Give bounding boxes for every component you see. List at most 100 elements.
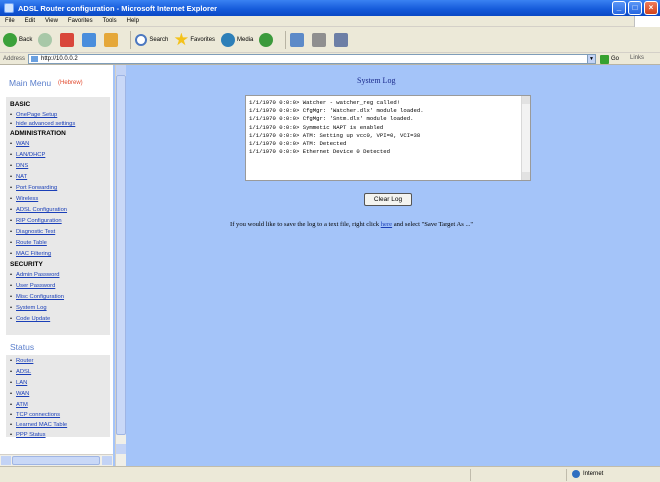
- link-status-lan[interactable]: LAN: [10, 380, 27, 386]
- stop-button[interactable]: [60, 32, 76, 47]
- back-button[interactable]: Back: [3, 32, 33, 47]
- section-security: SECURITY: [10, 261, 43, 268]
- favorites-label: Favorites: [190, 36, 216, 43]
- menu-favorites[interactable]: Favorites: [63, 18, 98, 24]
- link-code-update[interactable]: Code Update: [10, 316, 50, 322]
- media-button[interactable]: Media: [221, 32, 253, 47]
- menu-file[interactable]: File: [0, 18, 20, 24]
- menu-tools[interactable]: Tools: [98, 18, 122, 24]
- save-log-hint: If you would like to save the log to a t…: [230, 221, 473, 228]
- browser-status-bar: Internet: [0, 466, 660, 482]
- favorites-button[interactable]: Favorites: [174, 32, 216, 47]
- mail-icon: [290, 32, 305, 47]
- link-wan[interactable]: WAN: [10, 141, 29, 147]
- maximize-button[interactable]: □: [628, 1, 642, 15]
- print-button[interactable]: [312, 32, 328, 47]
- link-wireless[interactable]: Wireless: [10, 196, 38, 202]
- link-mac-filtering[interactable]: MAC Filtering: [10, 251, 51, 257]
- log-line: 1/1/1970 0:0:0> Ethernet Device 0 Detect…: [249, 148, 390, 156]
- status-menu-header: Status: [6, 341, 110, 355]
- edit-button[interactable]: [334, 32, 350, 47]
- link-dns[interactable]: DNS: [10, 163, 28, 169]
- menu-help[interactable]: Help: [122, 18, 144, 24]
- save-log-link[interactable]: here: [381, 221, 392, 228]
- log-scrollbar[interactable]: [521, 96, 530, 180]
- browser-toolbar: Back Search Favorites Media: [0, 27, 660, 53]
- window-title: ADSL Router configuration - Microsoft In…: [18, 3, 218, 13]
- link-status-router[interactable]: Router: [10, 358, 33, 364]
- hint-text-before: If you would like to save the log to a t…: [230, 221, 381, 228]
- link-rip-configuration[interactable]: RIP Configuration: [10, 218, 62, 224]
- address-input[interactable]: http://10.0.0.2: [28, 54, 596, 64]
- menu-edit[interactable]: Edit: [20, 18, 40, 24]
- scroll-up-icon[interactable]: [522, 96, 530, 104]
- link-adsl-configuration[interactable]: ADSL Configuration: [10, 207, 67, 213]
- home-button[interactable]: [104, 32, 120, 47]
- scroll-down-icon[interactable]: [522, 172, 530, 180]
- link-misc-configuration[interactable]: Misc Configuration: [10, 294, 64, 300]
- scroll-up-icon[interactable]: [116, 65, 126, 75]
- security-zone: Internet: [572, 470, 603, 478]
- minimize-button[interactable]: _: [612, 1, 626, 15]
- link-onepage-setup[interactable]: OnePage Setup: [10, 112, 57, 118]
- link-status-learned-mac-table[interactable]: Learned MAC Table: [10, 422, 67, 428]
- link-system-log[interactable]: System Log: [10, 305, 47, 311]
- link-status-tcp-connections[interactable]: TCP connections: [10, 412, 60, 418]
- link-route-table[interactable]: Route Table: [10, 240, 47, 246]
- go-label: Go: [611, 56, 620, 62]
- menu-view[interactable]: View: [40, 18, 63, 24]
- toolbar-separator: [285, 30, 287, 49]
- link-user-password[interactable]: User Password: [10, 283, 55, 289]
- log-line: 1/1/1970 0:0:0> CfgMgr: 'Watcher.dlx' mo…: [249, 107, 424, 115]
- link-lan-dhcp[interactable]: LAN/DHCP: [10, 152, 45, 158]
- left-frame-vertical-scrollbar[interactable]: [115, 65, 126, 466]
- link-status-ppp-status[interactable]: PPP Status: [10, 432, 46, 438]
- status-menu-title: Status: [10, 342, 35, 352]
- link-port-forwarding[interactable]: Port Forwarding: [10, 185, 57, 191]
- status-menu-panel: Status Router ADSL LAN WAN ATM TCP conne…: [6, 341, 110, 438]
- scroll-down-icon[interactable]: [116, 444, 126, 454]
- address-dropdown-icon[interactable]: ▼: [587, 54, 596, 64]
- hint-text-after: and select "Save Target As ...": [392, 221, 474, 228]
- link-status-adsl[interactable]: ADSL: [10, 369, 31, 375]
- language-link[interactable]: (Hebrew): [58, 80, 83, 86]
- close-button[interactable]: ×: [644, 1, 658, 15]
- go-button[interactable]: Go: [600, 54, 619, 64]
- windows-logo-icon: [634, 16, 660, 27]
- search-button[interactable]: Search: [135, 33, 168, 46]
- printer-icon: [312, 32, 327, 47]
- scroll-left-icon[interactable]: [1, 456, 11, 465]
- menu-bar: File Edit View Favorites Tools Help: [0, 16, 660, 27]
- link-diagnostic-test[interactable]: Diagnostic Test: [10, 229, 55, 235]
- links-button[interactable]: Links: [630, 55, 644, 61]
- refresh-button[interactable]: [82, 32, 98, 47]
- back-label: Back: [19, 36, 33, 43]
- link-status-wan[interactable]: WAN: [10, 391, 29, 397]
- search-icon: [135, 33, 148, 46]
- link-status-atm[interactable]: ATM: [10, 402, 28, 408]
- history-icon: [259, 32, 274, 47]
- left-frame: Main Menu (Hebrew) BASIC OnePage Setup h…: [0, 65, 113, 466]
- log-line: 1/1/1970 0:0:0> CfgMgr: 'Sntm.dlx' modul…: [249, 115, 414, 123]
- clear-log-button[interactable]: Clear Log: [364, 193, 412, 206]
- section-administration: ADMINISTRATION: [10, 130, 66, 137]
- link-admin-password[interactable]: Admin Password: [10, 272, 60, 278]
- history-button[interactable]: [259, 32, 275, 47]
- scroll-right-icon[interactable]: [102, 456, 112, 465]
- system-log-textarea[interactable]: 1/1/1970 0:0:0> Watcher - watcher_reg ca…: [245, 95, 531, 181]
- address-bar: Address http://10.0.0.2 ▼ Go Links: [0, 53, 660, 65]
- globe-icon: [572, 470, 580, 478]
- window-title-bar: ADSL Router configuration - Microsoft In…: [0, 0, 660, 16]
- main-menu-header: Main Menu (Hebrew): [6, 71, 110, 97]
- log-line: 1/1/1970 0:0:0> Symmetic NAPT is enabled: [249, 123, 384, 131]
- main-menu-title: Main Menu: [9, 78, 52, 88]
- scrollbar-thumb[interactable]: [12, 456, 100, 465]
- edit-page-icon: [334, 32, 349, 47]
- left-frame-horizontal-scrollbar[interactable]: [0, 454, 113, 466]
- link-nat[interactable]: NAT: [10, 174, 27, 180]
- mail-button[interactable]: [290, 32, 306, 47]
- log-line: 1/1/1970 0:0:0> Watcher - watcher_reg ca…: [249, 99, 401, 106]
- link-hide-advanced[interactable]: hide advanced settings: [10, 121, 75, 127]
- scrollbar-thumb[interactable]: [116, 75, 126, 435]
- forward-button[interactable]: [38, 32, 54, 47]
